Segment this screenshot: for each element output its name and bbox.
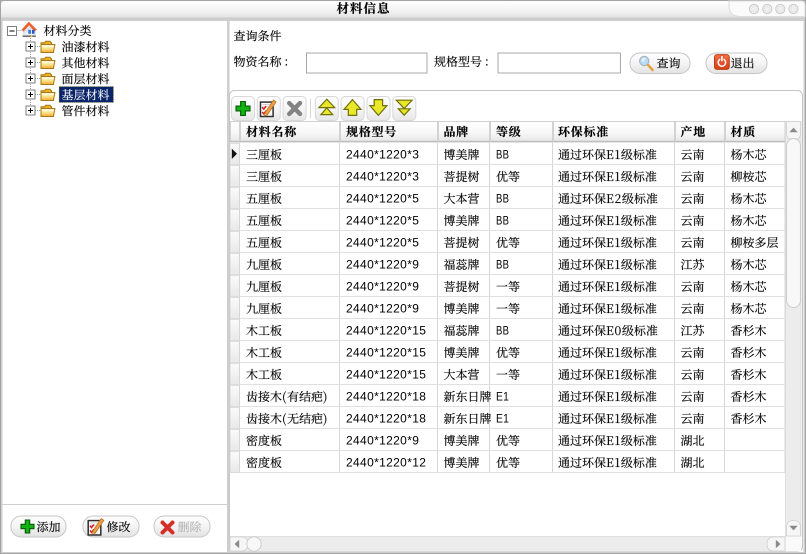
svg-text:BB: BB [496, 258, 509, 272]
svg-text:2440*1220*12: 2440*1220*12 [346, 456, 426, 470]
svg-text:2440*1220*18: 2440*1220*18 [346, 390, 426, 404]
svg-text:2440*1220*15: 2440*1220*15 [346, 346, 426, 360]
svg-text:2440*1220*9: 2440*1220*9 [346, 280, 419, 294]
svg-text:2440*1220*9: 2440*1220*9 [346, 258, 419, 272]
svg-text:2440*1220*5: 2440*1220*5 [346, 236, 419, 250]
svg-text:2440*1220*9: 2440*1220*9 [346, 434, 419, 448]
svg-text:E1: E1 [496, 390, 509, 404]
svg-text:2440*1220*15: 2440*1220*15 [346, 324, 426, 338]
svg-text:BB: BB [496, 214, 509, 228]
svg-text:2440*1220*5: 2440*1220*5 [346, 214, 419, 228]
svg-text:2440*1220*15: 2440*1220*15 [346, 368, 426, 382]
svg-text:BB: BB [496, 192, 509, 206]
svg-text:2440*1220*5: 2440*1220*5 [346, 192, 419, 206]
svg-text:2440*1220*3: 2440*1220*3 [346, 170, 419, 184]
svg-text:BB: BB [496, 324, 509, 338]
svg-text:2440*1220*3: 2440*1220*3 [346, 148, 419, 162]
svg-text:E1: E1 [496, 412, 509, 426]
svg-text:BB: BB [496, 148, 509, 162]
svg-text:2440*1220*18: 2440*1220*18 [346, 412, 426, 426]
svg-text:2440*1220*9: 2440*1220*9 [346, 302, 419, 316]
